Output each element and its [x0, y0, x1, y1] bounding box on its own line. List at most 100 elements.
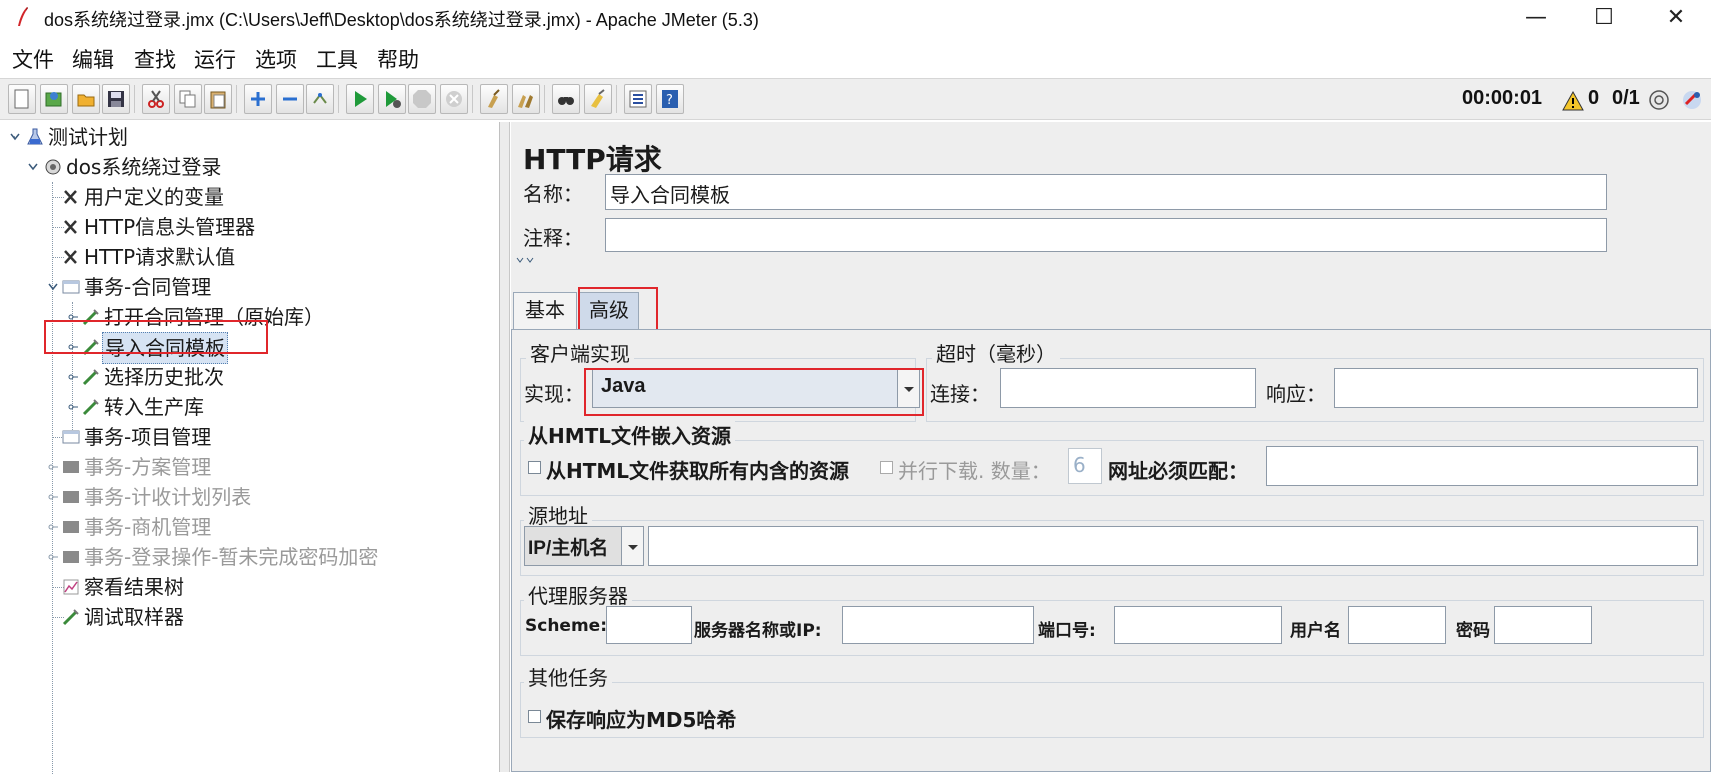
clear-button[interactable]: [480, 84, 508, 114]
tree-item-transaction-project[interactable]: 事务-项目管理: [0, 422, 500, 452]
tree-item-transaction-billing[interactable]: 事务-计收计划列表: [0, 482, 500, 512]
reset-search-button[interactable]: [584, 84, 612, 114]
collapse-all-button[interactable]: [276, 84, 304, 114]
plus-icon: [251, 92, 265, 106]
url-match-field[interactable]: [1266, 446, 1698, 486]
search-button[interactable]: [552, 84, 580, 114]
tree-item-debug-sampler[interactable]: 调试取样器: [0, 602, 500, 632]
tree-item-header-manager[interactable]: HTTP信息头管理器: [0, 212, 500, 242]
paste-button[interactable]: [204, 84, 232, 114]
parallel-download-checkbox[interactable]: [880, 461, 893, 474]
comment-field[interactable]: [605, 218, 1607, 252]
tree-item-transaction-opportunity[interactable]: 事务-商机管理: [0, 512, 500, 542]
expanded-toggle-icon[interactable]: [28, 163, 38, 171]
proxy-server-field[interactable]: [842, 606, 1034, 644]
start-button[interactable]: [346, 84, 374, 114]
collapsed-toggle-icon[interactable]: [48, 463, 58, 471]
minimize-button[interactable]: —: [1508, 0, 1564, 36]
collapsed-toggle-icon[interactable]: [68, 373, 78, 381]
stop-icon: [413, 90, 431, 108]
function-helper-button[interactable]: [624, 84, 652, 114]
paste-icon: [210, 91, 226, 109]
menu-edit[interactable]: 编辑: [72, 44, 114, 74]
tree-item-transaction-scheme[interactable]: 事务-方案管理: [0, 452, 500, 482]
collapse-arrows-icon[interactable]: [515, 257, 537, 265]
templates-icon: [45, 92, 62, 107]
title-bar: dos系统绕过登录.jmx (C:\Users\Jeff\Desktop\dos…: [0, 0, 1711, 36]
retrieve-resources-checkbox[interactable]: [528, 461, 541, 474]
client-impl-title: 客户端实现: [526, 338, 634, 367]
proxy-password-field[interactable]: [1494, 606, 1592, 644]
shutdown-button[interactable]: [440, 84, 468, 114]
menu-file[interactable]: 文件: [12, 44, 54, 74]
shutdown-icon: [446, 91, 462, 107]
panel-splitter[interactable]: [500, 122, 510, 772]
tree-item-results-tree[interactable]: 察看结果树: [0, 572, 500, 602]
tree-item-transfer-production[interactable]: 转入生产库: [0, 392, 500, 422]
thread-count: 0/1: [1612, 87, 1640, 109]
source-type-select[interactable]: IP/主机名: [524, 526, 644, 566]
templates-button[interactable]: [40, 84, 68, 114]
close-button[interactable]: ✕: [1648, 0, 1704, 36]
new-button[interactable]: [8, 84, 36, 114]
copy-button[interactable]: [174, 84, 202, 114]
collapsed-toggle-icon[interactable]: [48, 523, 58, 531]
expanded-toggle-icon[interactable]: [10, 133, 20, 141]
log-viewer-icon[interactable]: [1680, 88, 1704, 112]
tree-item-history-batch[interactable]: 选择历史批次: [0, 362, 500, 392]
name-field[interactable]: 导入合同模板: [605, 174, 1607, 210]
collapsed-toggle-icon[interactable]: [48, 553, 58, 561]
toggle-button[interactable]: [306, 84, 334, 114]
connect-timeout-field[interactable]: [1000, 368, 1256, 408]
stop-button[interactable]: [408, 84, 436, 114]
open-folder-icon: [77, 94, 95, 107]
toolbar-separator: [134, 85, 135, 113]
proxy-user-field[interactable]: [1348, 606, 1446, 644]
tab-basic[interactable]: 基本: [513, 292, 577, 330]
url-match-label: 网址必须匹配：: [1108, 459, 1248, 483]
open-button[interactable]: [72, 84, 100, 114]
elapsed-timer: 00:00:01: [1462, 87, 1543, 109]
dropdown-button[interactable]: [621, 527, 643, 565]
config-element-icon: [64, 190, 77, 204]
highlight-box: [44, 320, 268, 354]
binoculars-icon: [558, 97, 574, 105]
tree-item-test-plan[interactable]: 测试计划: [0, 122, 500, 152]
tree-item-transaction-contract[interactable]: 事务-合同管理: [0, 272, 500, 302]
parallel-count-field[interactable]: 6: [1068, 448, 1102, 484]
config-element-icon: [64, 220, 77, 234]
response-timeout-field[interactable]: [1334, 368, 1698, 408]
collapsed-toggle-icon[interactable]: [68, 403, 78, 411]
menu-options[interactable]: 选项: [255, 44, 297, 74]
toolbar-separator: [472, 85, 473, 113]
other-tasks-title: 其他任务: [524, 662, 612, 691]
listener-icon: [63, 579, 79, 595]
help-button[interactable]: ?: [656, 84, 684, 114]
scheme-label: Scheme:: [525, 616, 607, 636]
maximize-button[interactable]: ☐: [1576, 0, 1632, 36]
proxy-port-label: 端口号:: [1038, 621, 1096, 641]
clear-all-button[interactable]: [512, 84, 540, 114]
menu-help[interactable]: 帮助: [377, 44, 419, 74]
cut-button[interactable]: [142, 84, 170, 114]
menu-run[interactable]: 运行: [194, 44, 236, 74]
expanded-toggle-icon[interactable]: [48, 283, 58, 291]
source-address-field[interactable]: [648, 526, 1698, 566]
name-label: 名称：: [523, 182, 583, 206]
tree-item-thread-group[interactable]: dos系统绕过登录: [0, 152, 500, 182]
tree-item-request-defaults[interactable]: HTTP请求默认值: [0, 242, 500, 272]
start-no-timers-button[interactable]: [378, 84, 406, 114]
window-title: dos系统绕过登录.jmx (C:\Users\Jeff\Desktop\dos…: [44, 10, 759, 30]
proxy-port-field[interactable]: [1114, 606, 1282, 644]
expand-all-button[interactable]: [244, 84, 272, 114]
http-request-panel: HTTP请求 名称： 导入合同模板 注释： 基本 高级 客户端实现 实现： Ja…: [511, 122, 1711, 772]
scheme-field[interactable]: [606, 606, 692, 644]
menu-tools[interactable]: 工具: [316, 44, 358, 74]
tree-item-transaction-login[interactable]: 事务-登录操作-暂未完成密码加密: [0, 542, 500, 572]
proxy-server-title: 代理服务器: [524, 580, 632, 609]
tree-item-user-variables[interactable]: 用户定义的变量: [0, 182, 500, 212]
menu-search[interactable]: 查找: [134, 44, 176, 74]
save-button[interactable]: [102, 84, 130, 114]
collapsed-toggle-icon[interactable]: [48, 493, 58, 501]
md5-checkbox[interactable]: [528, 710, 541, 723]
